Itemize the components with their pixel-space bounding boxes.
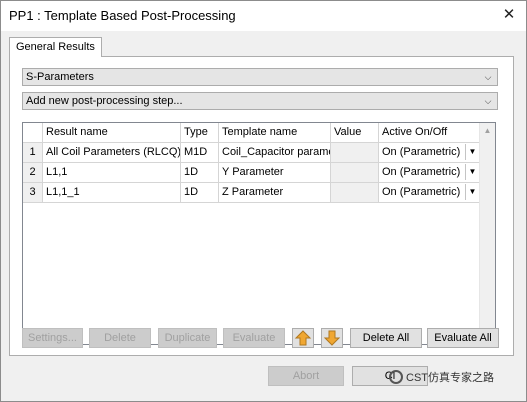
wechat-logo-icon [389, 370, 403, 384]
result-name-cell[interactable]: L1,1_1 [43, 183, 181, 203]
header-value[interactable]: Value [331, 123, 379, 143]
dropdown-arrow-icon[interactable]: ▼ [465, 184, 479, 200]
header-type[interactable]: Type [181, 123, 219, 143]
arrow-up-icon [294, 330, 312, 346]
active-value: On (Parametric) [382, 146, 461, 158]
header-template-name[interactable]: Template name [219, 123, 331, 143]
arrow-down-icon [323, 330, 341, 346]
active-dropdown[interactable]: On (Parametric) ▼ [379, 143, 481, 163]
move-down-button[interactable] [321, 328, 343, 348]
evaluate-all-button[interactable]: Evaluate All [427, 328, 499, 348]
result-name-cell[interactable]: All Coil Parameters (RLCQ) [43, 143, 181, 163]
result-type-value: S-Parameters [26, 71, 94, 83]
delete-all-button[interactable]: Delete All [350, 328, 422, 348]
template-cell[interactable]: Coil_Capacitor paramet [219, 143, 331, 163]
close-icon[interactable]: ✕ [498, 5, 520, 25]
type-cell[interactable]: M1D [181, 143, 219, 163]
template-cell[interactable]: Z Parameter [219, 183, 331, 203]
general-results-panel: S-Parameters ⌵ Add new post-processing s… [9, 56, 514, 356]
row-number: 2 [23, 163, 43, 183]
type-cell[interactable]: 1D [181, 163, 219, 183]
table-header: Result name Type Template name Value Act… [23, 123, 481, 143]
delete-button[interactable]: Delete [89, 328, 151, 348]
corner-cell [23, 123, 43, 143]
value-cell [331, 163, 379, 183]
header-result-name[interactable]: Result name [43, 123, 181, 143]
settings-button[interactable]: Settings... [22, 328, 83, 348]
chevron-down-icon: ⌵ [484, 72, 492, 82]
active-dropdown[interactable]: On (Parametric) ▼ [379, 183, 481, 203]
title-bar: PP1 : Template Based Post-Processing ✕ [1, 1, 526, 31]
add-step-dropdown[interactable]: Add new post-processing step... ⌵ [22, 92, 498, 110]
dropdown-arrow-icon[interactable]: ▼ [465, 144, 479, 160]
scroll-up-icon[interactable]: ▲ [480, 123, 495, 139]
value-cell [331, 183, 379, 203]
vertical-scrollbar[interactable]: ▲ ▼ [479, 123, 495, 344]
active-value: On (Parametric) [382, 186, 461, 198]
active-value: On (Parametric) [382, 166, 461, 178]
row-number: 3 [23, 183, 43, 203]
abort-button[interactable]: Abort [268, 366, 344, 386]
table-row[interactable]: 1 All Coil Parameters (RLCQ) M1D Coil_Ca… [23, 143, 481, 163]
dropdown-arrow-icon[interactable]: ▼ [465, 164, 479, 180]
chevron-down-icon: ⌵ [484, 96, 492, 106]
table-row[interactable]: 2 L1,1 1D Y Parameter On (Parametric) ▼ [23, 163, 481, 183]
watermark: CST仿真专家之路 [389, 369, 494, 385]
results-table: Result name Type Template name Value Act… [22, 122, 496, 345]
result-name-cell[interactable]: L1,1 [43, 163, 181, 183]
post-processing-window: PP1 : Template Based Post-Processing ✕ G… [0, 0, 527, 402]
active-dropdown[interactable]: On (Parametric) ▼ [379, 163, 481, 183]
window-title: PP1 : Template Based Post-Processing [9, 8, 236, 23]
type-cell[interactable]: 1D [181, 183, 219, 203]
tab-general-results[interactable]: General Results [9, 37, 102, 57]
move-up-button[interactable] [292, 328, 314, 348]
template-cell[interactable]: Y Parameter [219, 163, 331, 183]
result-type-dropdown[interactable]: S-Parameters ⌵ [22, 68, 498, 86]
duplicate-button[interactable]: Duplicate [158, 328, 217, 348]
row-number: 1 [23, 143, 43, 163]
add-step-value: Add new post-processing step... [26, 95, 183, 107]
value-cell [331, 143, 379, 163]
evaluate-button[interactable]: Evaluate [223, 328, 285, 348]
watermark-text: CST仿真专家之路 [406, 372, 494, 384]
table-row[interactable]: 3 L1,1_1 1D Z Parameter On (Parametric) … [23, 183, 481, 203]
header-active[interactable]: Active On/Off [379, 123, 481, 143]
